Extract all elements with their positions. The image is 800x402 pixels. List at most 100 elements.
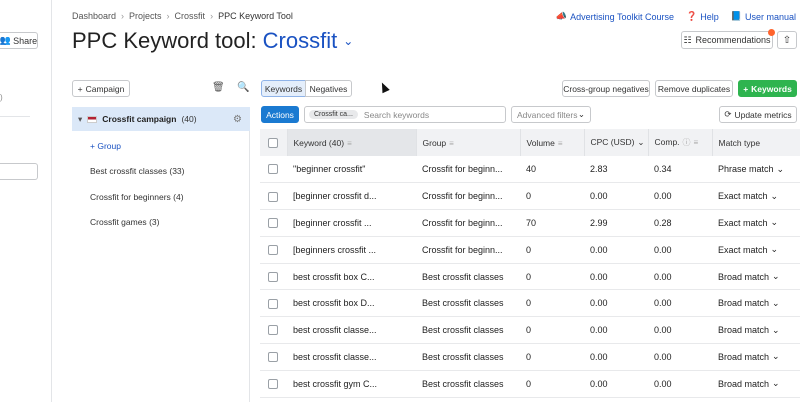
table-row[interactable]: best crossfit box D... Best crossfit clas… bbox=[260, 289, 800, 318]
help-label: Help bbox=[700, 11, 719, 22]
group-cell[interactable]: Best crossfit classes bbox=[416, 289, 520, 318]
match-type-cell[interactable]: Exact match ⌄ bbox=[712, 182, 800, 211]
column-header-keyword[interactable]: Keyword (40) ≡ bbox=[287, 129, 417, 156]
project-selector[interactable]: Crossfit bbox=[263, 28, 338, 54]
group-cell[interactable]: Crossfit for beginn... bbox=[416, 182, 520, 211]
match-type-cell[interactable]: Broad match ⌄ bbox=[712, 370, 800, 398]
match-type-cell[interactable]: Broad match ⌄ bbox=[712, 316, 800, 345]
group-cell[interactable]: Best crossfit classes bbox=[416, 370, 520, 398]
tab-keywords[interactable]: Keywords bbox=[261, 80, 306, 97]
match-type-cell[interactable]: Broad match ⌄ bbox=[712, 343, 800, 371]
keyword-cell[interactable]: [beginner crossfit d... bbox=[287, 182, 416, 211]
group-item[interactable]: Best crossfit classes (33) bbox=[90, 166, 185, 176]
add-campaign-button[interactable]: + Campaign bbox=[72, 80, 130, 97]
table-row[interactable]: "beginner crossfit" Crossfit for beginn..… bbox=[260, 156, 800, 184]
cross-group-negatives-button[interactable]: Cross-group negatives bbox=[562, 80, 650, 97]
row-checkbox[interactable] bbox=[268, 298, 278, 309]
select-all-checkbox[interactable] bbox=[268, 137, 278, 148]
group-cell[interactable]: Crossfit for beginn... bbox=[416, 236, 520, 264]
match-type-cell[interactable]: Exact match ⌄ bbox=[712, 236, 800, 264]
match-type-label: Broad match bbox=[718, 271, 770, 282]
row-checkbox[interactable] bbox=[268, 379, 278, 390]
match-type-cell[interactable]: Exact match ⌄ bbox=[712, 209, 800, 237]
match-type-dropdown[interactable]: Broad match ⌄ bbox=[718, 351, 780, 362]
advanced-filters-dropdown[interactable]: Advanced filters ⌄ bbox=[511, 106, 591, 123]
match-type-dropdown[interactable]: Broad match ⌄ bbox=[718, 271, 780, 282]
recommendations-button[interactable]: ☷ Recommendations bbox=[681, 29, 775, 49]
row-checkbox[interactable] bbox=[268, 164, 278, 175]
update-metrics-button[interactable]: ⟳ Update metrics bbox=[719, 106, 797, 123]
keyword-cell[interactable]: best crossfit gym C... bbox=[287, 370, 416, 398]
match-type-dropdown[interactable]: Exact match ⌄ bbox=[718, 244, 778, 255]
group-cell[interactable]: Best crossfit classes bbox=[416, 263, 520, 291]
table-row[interactable]: [beginners crossfit ... Crossfit for begi… bbox=[260, 236, 800, 264]
campaign-row[interactable]: ▾ Crossfit campaign (40) ⚙ bbox=[72, 107, 250, 131]
group-cell[interactable]: Best crossfit classes bbox=[416, 316, 520, 345]
remove-duplicates-button[interactable]: Remove duplicates bbox=[655, 80, 733, 97]
export-button[interactable]: ⇧ bbox=[777, 31, 797, 49]
user-manual-link[interactable]: 📘 User manual bbox=[731, 11, 796, 22]
match-type-dropdown[interactable]: Exact match ⌄ bbox=[718, 217, 778, 228]
group-count: (4) bbox=[173, 192, 184, 202]
row-checkbox[interactable] bbox=[268, 245, 278, 256]
table-header-row: Keyword (40) ≡ Group ≡ Volume ≡ CPC (USD) ⌄ … bbox=[260, 129, 800, 156]
keyword-cell[interactable]: [beginners crossfit ... bbox=[287, 236, 416, 264]
breadcrumb-crossfit[interactable]: Crossfit bbox=[175, 11, 206, 21]
row-checkbox[interactable] bbox=[268, 191, 278, 202]
search-icon[interactable]: 🔍 bbox=[237, 82, 249, 93]
table-row[interactable]: best crossfit classe... Best crossfit cla… bbox=[260, 343, 800, 371]
column-header-comp[interactable]: Comp. ⓘ ≡ bbox=[648, 129, 713, 156]
group-cell[interactable]: Crossfit for beginn... bbox=[416, 156, 520, 184]
trash-icon[interactable]: 🗑 bbox=[212, 82, 225, 93]
update-metrics-label: Update metrics bbox=[734, 109, 792, 120]
breadcrumb-dashboard[interactable]: Dashboard bbox=[72, 11, 116, 21]
gear-icon[interactable]: ⚙ bbox=[233, 114, 242, 125]
row-checkbox[interactable] bbox=[268, 271, 278, 282]
match-type-dropdown[interactable]: Exact match ⌄ bbox=[718, 191, 778, 202]
group-cell[interactable]: Best crossfit classes bbox=[416, 343, 520, 371]
row-checkbox[interactable] bbox=[268, 325, 278, 336]
help-link[interactable]: ❓ Help bbox=[686, 11, 719, 22]
table-row[interactable]: [beginner crossfit ... Crossfit for begin… bbox=[260, 209, 800, 237]
match-type-dropdown[interactable]: Broad match ⌄ bbox=[718, 378, 780, 389]
match-type-cell[interactable]: Broad match ⌄ bbox=[712, 263, 800, 291]
table-row[interactable]: best crossfit box C... Best crossfit clas… bbox=[260, 263, 800, 291]
match-type-cell[interactable]: Broad match ⌄ bbox=[712, 289, 800, 318]
match-type-dropdown[interactable]: Broad match ⌄ bbox=[718, 298, 780, 309]
column-header-volume[interactable]: Volume ≡ bbox=[520, 129, 585, 156]
keyword-cell[interactable]: best crossfit classe... bbox=[287, 316, 416, 345]
actions-button[interactable]: Actions bbox=[261, 106, 299, 123]
row-checkbox[interactable] bbox=[268, 352, 278, 363]
match-type-cell[interactable]: Phrase match ⌄ bbox=[712, 156, 800, 184]
collapse-chevron-icon[interactable]: ▾ bbox=[78, 114, 82, 125]
keyword-cell[interactable]: [beginner crossfit ... bbox=[287, 209, 416, 237]
tab-negatives[interactable]: Negatives bbox=[305, 80, 352, 97]
table-row[interactable]: [beginner crossfit d... Crossfit for begi… bbox=[260, 182, 800, 211]
group-item[interactable]: Crossfit games (3) bbox=[90, 217, 159, 227]
group-count: (3) bbox=[149, 217, 160, 227]
match-type-dropdown[interactable]: Broad match ⌄ bbox=[718, 325, 780, 336]
row-checkbox[interactable] bbox=[268, 218, 278, 229]
share-button[interactable]: 👥 Share bbox=[0, 32, 38, 49]
group-item[interactable]: Crossfit for beginners (4) bbox=[90, 192, 184, 202]
sliver-input[interactable] bbox=[0, 163, 38, 180]
match-type-dropdown[interactable]: Phrase match ⌄ bbox=[718, 164, 784, 175]
keyword-cell[interactable]: best crossfit box D... bbox=[287, 289, 416, 318]
campaign-panel: ▾ Crossfit campaign (40) ⚙ + Group Best … bbox=[72, 107, 250, 402]
table-row[interactable]: best crossfit gym C... Best crossfit clas… bbox=[260, 370, 800, 398]
add-group-button[interactable]: + Group bbox=[90, 141, 121, 151]
breadcrumb-projects[interactable]: Projects bbox=[129, 11, 162, 21]
column-header-group[interactable]: Group ≡ bbox=[416, 129, 521, 156]
toolkit-course-link[interactable]: 📣 Advertising Toolkit Course bbox=[556, 11, 674, 22]
table-row[interactable]: best crossfit classe... Best crossfit cla… bbox=[260, 316, 800, 345]
group-cell[interactable]: Crossfit for beginn... bbox=[416, 209, 520, 237]
chevron-down-icon[interactable]: ⌄ bbox=[343, 34, 353, 48]
chevron-down-icon: ⌄ bbox=[770, 217, 779, 228]
filter-chip[interactable]: Crossfit ca... bbox=[309, 110, 358, 119]
add-keywords-button[interactable]: + Keywords bbox=[738, 80, 797, 97]
keyword-cell[interactable]: "beginner crossfit" bbox=[287, 156, 416, 184]
search-keywords-input[interactable]: Crossfit ca... Search keywords bbox=[304, 106, 506, 123]
keyword-cell[interactable]: best crossfit classe... bbox=[287, 343, 416, 371]
keyword-cell[interactable]: best crossfit box C... bbox=[287, 263, 416, 291]
column-header-cpc[interactable]: CPC (USD) ⌄ bbox=[584, 129, 649, 156]
